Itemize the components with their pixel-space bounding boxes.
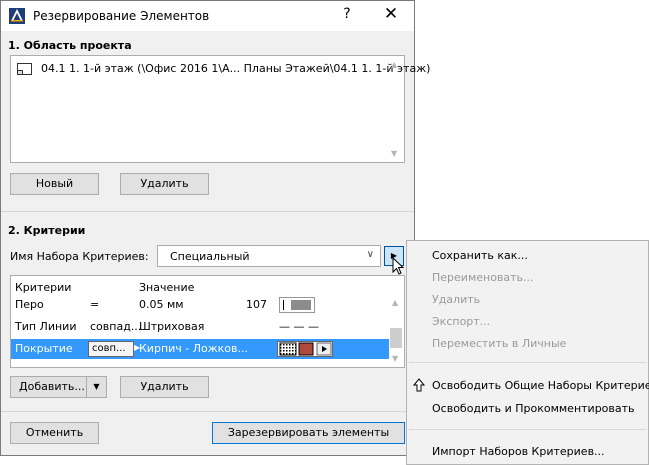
surface-picker-icon[interactable] <box>277 341 333 357</box>
archicad-icon <box>9 8 25 24</box>
floor-plan-icon <box>17 62 32 75</box>
menu-separator <box>409 362 646 363</box>
menu-item-rename[interactable]: Переименовать... <box>432 271 534 284</box>
footer-divider <box>1 411 414 412</box>
chevron-down-icon[interactable]: ▼ <box>86 377 106 397</box>
criteria-set-dropdown[interactable]: Специальный ∨ <box>157 245 381 267</box>
menu-separator <box>409 429 646 430</box>
delete-project-button[interactable]: Удалить <box>120 173 209 195</box>
title-bar: Резервирование Элементов ? ✕ <box>1 1 414 31</box>
project-list-scrollbar[interactable]: ▲ ▼ <box>388 56 404 162</box>
add-criteria-button[interactable]: Добавить... ▼ <box>10 376 107 398</box>
delete-criteria-button[interactable]: Удалить <box>120 376 209 398</box>
menu-item-release-shared[interactable]: Освободить Общие Наборы Критериев <box>432 379 649 392</box>
table-row-selected[interactable]: Покрытие совп... ▶ Кирпич - Ложков... <box>11 339 389 359</box>
help-button[interactable]: ? <box>337 6 357 22</box>
reserve-elements-dialog: Резервирование Элементов ? ✕ 1. Область … <box>0 0 430 456</box>
criteria-set-label: Имя Набора Критериев: <box>10 250 149 263</box>
menu-item-save-as[interactable]: Сохранить как... <box>432 249 528 262</box>
column-header-criteria: Критерии <box>15 281 72 294</box>
criteria-set-value: Специальный <box>170 250 250 263</box>
menu-item-move-to-personal[interactable]: Переместить в Личные <box>432 337 566 350</box>
criteria-name: Покрытие <box>15 342 73 355</box>
close-button[interactable]: ✕ <box>381 4 401 24</box>
menu-item-import-criteria-sets[interactable]: Импорт Наборов Критериев... <box>432 445 605 458</box>
pen-swatch-icon[interactable] <box>279 297 315 313</box>
table-row[interactable]: Тип Линии совпад... Штриховая — — — <box>11 317 389 337</box>
criteria-heading: 2. Критерии <box>8 224 86 237</box>
window-title: Резервирование Элементов <box>33 9 210 23</box>
list-item[interactable]: 04.1 1. 1-й этаж (\Офис 2016 1\А... План… <box>17 62 430 75</box>
mouse-cursor-icon <box>392 257 404 275</box>
criteria-name: Перо <box>15 298 44 311</box>
column-header-value: Значение <box>139 281 195 294</box>
pen-number: 107 <box>246 298 267 311</box>
add-criteria-label: Добавить... <box>19 380 85 393</box>
criteria-value: Штриховая <box>139 320 205 333</box>
scroll-down-icon[interactable]: ▼ <box>391 149 397 158</box>
chevron-down-icon: ∨ <box>366 249 374 260</box>
arrow-up-icon <box>413 378 425 392</box>
criteria-name: Тип Линии <box>15 320 77 333</box>
criteria-value: Кирпич - Ложков... <box>139 342 249 355</box>
scroll-down-icon[interactable]: ▼ <box>392 354 398 363</box>
list-item-label: 04.1 1. 1-й этаж (\Офис 2016 1\А... План… <box>41 62 431 75</box>
criteria-operator: совпад... <box>90 320 142 333</box>
criteria-set-context-menu: Сохранить как... Переименовать... Удалит… <box>406 240 649 465</box>
operator-dropdown[interactable]: совп... <box>88 341 134 357</box>
project-area-list[interactable]: 04.1 1. 1-й этаж (\Офис 2016 1\А... План… <box>10 55 430 163</box>
scroll-up-icon[interactable]: ▲ <box>391 60 397 69</box>
menu-item-release-and-comment[interactable]: Освободить и Прокомментировать <box>432 402 635 415</box>
project-area-heading: 1. Область проекта <box>8 39 132 52</box>
line-type-preview: — — — <box>279 320 319 333</box>
cancel-button[interactable]: Отменить <box>10 422 99 444</box>
section-divider <box>1 211 414 212</box>
table-row[interactable]: Перо = 0.05 мм 107 <box>11 295 389 315</box>
scroll-thumb[interactable] <box>390 328 402 348</box>
reserve-elements-button[interactable]: Зарезервировать элементы <box>212 422 405 444</box>
criteria-value: 0.05 мм <box>139 298 184 311</box>
scroll-up-icon[interactable]: ▲ <box>392 298 398 307</box>
criteria-operator: = <box>90 298 100 311</box>
menu-item-delete[interactable]: Удалить <box>432 293 480 306</box>
criteria-table: Критерии Значение Перо = 0.05 мм 107 Тип… <box>10 275 405 368</box>
new-button[interactable]: Новый <box>10 173 99 195</box>
criteria-table-scrollbar[interactable]: ▲ ▼ <box>388 276 404 367</box>
menu-item-export[interactable]: Экспорт... <box>432 315 490 328</box>
operator-value: совп... <box>92 343 126 354</box>
